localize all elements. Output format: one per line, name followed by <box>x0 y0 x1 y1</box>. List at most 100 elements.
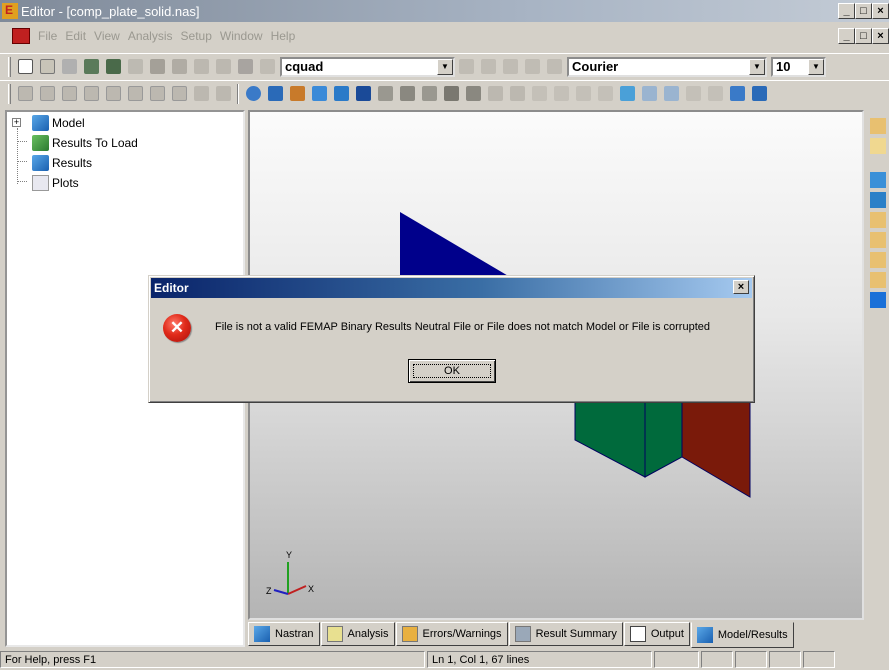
element-card-button[interactable] <box>37 84 57 104</box>
moment-card-button[interactable] <box>147 84 167 104</box>
tree-item-results-to-load[interactable]: Results To Load <box>32 134 138 152</box>
toolbar-grip[interactable] <box>8 56 11 77</box>
shade-icon[interactable] <box>441 84 461 104</box>
columns-button[interactable] <box>544 57 564 77</box>
tab-result-summary[interactable]: Result Summary <box>508 622 623 646</box>
document-icon[interactable] <box>12 28 30 44</box>
app-icon[interactable] <box>2 3 18 19</box>
cut-button[interactable] <box>125 57 145 77</box>
tree-item-results[interactable]: Results <box>32 154 92 172</box>
menu-file[interactable]: File <box>38 29 57 43</box>
constraint-button[interactable] <box>191 84 211 104</box>
copy-button[interactable] <box>147 57 167 77</box>
save-button[interactable] <box>59 57 79 77</box>
grid-card-button[interactable] <box>15 84 35 104</box>
prev-bookmark-button[interactable] <box>500 57 520 77</box>
e-card-button[interactable] <box>59 84 79 104</box>
font-combo[interactable]: Courier ▼ <box>567 56 767 77</box>
render-icon[interactable] <box>375 84 395 104</box>
f-card-button[interactable] <box>81 84 101 104</box>
print-button[interactable] <box>81 57 101 77</box>
display-icon[interactable] <box>507 84 527 104</box>
menu-help[interactable]: Help <box>271 29 296 43</box>
minimize-button[interactable]: _ <box>838 3 855 19</box>
menu-bar: File Edit View Analysis Setup Window Hel… <box>0 26 889 46</box>
new-file-button[interactable] <box>15 57 35 77</box>
arrow-right-icon[interactable] <box>661 84 681 104</box>
tree-item-model[interactable]: Model <box>32 114 85 132</box>
zoom-icon[interactable] <box>243 84 263 104</box>
maximize-button[interactable]: □ <box>855 3 872 19</box>
tab-output[interactable]: Output <box>623 622 690 646</box>
print-preview-button[interactable] <box>103 57 123 77</box>
font-size-combo[interactable]: 10 ▼ <box>771 56 826 77</box>
dialog-close-button[interactable]: × <box>733 280 749 294</box>
expand-model-button[interactable]: + <box>12 118 21 127</box>
redo-button[interactable] <box>213 57 233 77</box>
clear-bookmarks-button[interactable] <box>522 57 542 77</box>
chevron-down-icon[interactable]: ▼ <box>749 58 765 75</box>
view-bottom-icon[interactable] <box>870 232 886 248</box>
mesh-card-button[interactable] <box>169 84 189 104</box>
animate-icon[interactable] <box>683 84 703 104</box>
next-bookmark-button[interactable] <box>478 57 498 77</box>
chevron-down-icon[interactable]: ▼ <box>808 58 824 75</box>
view-front-icon[interactable] <box>870 172 886 188</box>
menu-window[interactable]: Window <box>220 29 263 43</box>
results-load-icon[interactable] <box>617 84 637 104</box>
query-more-icon[interactable] <box>749 84 769 104</box>
chevron-down-icon[interactable]: ▼ <box>437 58 453 75</box>
open-button[interactable] <box>37 57 57 77</box>
render-solid-icon[interactable] <box>397 84 417 104</box>
arrow-left-icon[interactable] <box>639 84 659 104</box>
clip-icon[interactable] <box>595 84 615 104</box>
view-right-icon[interactable] <box>870 272 886 288</box>
ruler-icon[interactable] <box>573 84 593 104</box>
coord-button[interactable] <box>213 84 233 104</box>
render-wire-icon[interactable] <box>419 84 439 104</box>
find-button[interactable] <box>235 57 255 77</box>
load-card-button[interactable] <box>125 84 145 104</box>
tab-nastran[interactable]: Nastran <box>248 622 320 646</box>
zoom-box-icon[interactable] <box>265 84 285 104</box>
rotate-icon[interactable] <box>331 84 351 104</box>
model-face-red <box>681 396 751 498</box>
tab-label: Result Summary <box>535 628 617 640</box>
tab-errors-warnings[interactable]: Errors/Warnings <box>395 622 508 646</box>
view-top-icon[interactable] <box>870 212 886 228</box>
toolbar-grip[interactable] <box>8 83 11 104</box>
measure-icon[interactable] <box>551 84 571 104</box>
status-pane <box>701 651 733 668</box>
doc-close-button[interactable]: × <box>872 28 889 44</box>
element-type-combo[interactable]: cquad ▼ <box>280 56 455 77</box>
tab-analysis[interactable]: Analysis <box>320 622 395 646</box>
fit-icon[interactable] <box>309 84 329 104</box>
view-left-icon[interactable] <box>870 252 886 268</box>
menu-edit[interactable]: Edit <box>65 29 86 43</box>
tree-item-plots[interactable]: Plots <box>32 174 79 192</box>
doc-minimize-button[interactable]: _ <box>838 28 855 44</box>
solid-cube-icon[interactable] <box>870 118 886 134</box>
view-icon[interactable] <box>353 84 373 104</box>
solid-block-icon[interactable] <box>870 138 886 154</box>
select-icon[interactable] <box>529 84 549 104</box>
ok-button[interactable]: OK <box>408 359 496 383</box>
menu-view[interactable]: View <box>94 29 120 43</box>
menu-analysis[interactable]: Analysis <box>128 29 173 43</box>
pan-icon[interactable] <box>287 84 307 104</box>
close-button[interactable]: × <box>872 3 889 19</box>
undo-button[interactable] <box>191 57 211 77</box>
view-back-icon[interactable] <box>870 192 886 208</box>
shade-edges-icon[interactable] <box>463 84 483 104</box>
bookmark-button[interactable] <box>456 57 476 77</box>
tab-model-results[interactable]: Model/Results <box>690 622 794 648</box>
paste-button[interactable] <box>169 57 189 77</box>
menu-setup[interactable]: Setup <box>181 29 212 43</box>
query-icon[interactable] <box>727 84 747 104</box>
sum-card-button[interactable] <box>103 84 123 104</box>
animate-stop-icon[interactable] <box>705 84 725 104</box>
replace-button[interactable] <box>257 57 277 77</box>
view-iso-icon[interactable] <box>870 292 886 308</box>
hidden-icon[interactable] <box>485 84 505 104</box>
doc-restore-button[interactable]: □ <box>855 28 872 44</box>
